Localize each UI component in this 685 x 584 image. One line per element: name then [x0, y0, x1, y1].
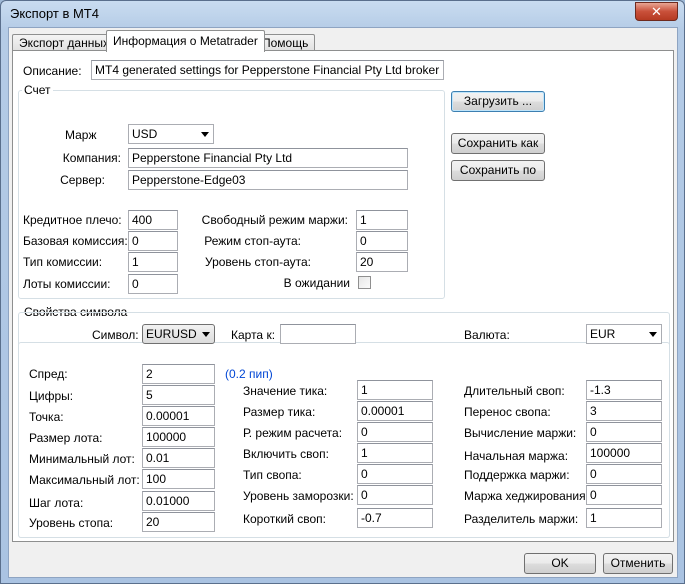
initial-margin-label: Начальная маржа: — [464, 449, 569, 463]
account-currency-select[interactable]: USD — [128, 124, 214, 144]
tab-metatrader-info[interactable]: Информация о Metatrader — [106, 30, 265, 52]
min-lot-field[interactable]: 0.01 — [142, 448, 215, 468]
chevron-down-icon — [202, 332, 210, 337]
currency-label: Марж — [65, 128, 97, 142]
stopout-mode-label: Режим стоп-аута: — [204, 234, 301, 248]
symbol-value: EURUSD — [146, 327, 197, 341]
leverage-label: Кредитное плечо: — [23, 213, 122, 227]
hedged-margin-label: Маржа хеджирования: — [464, 489, 589, 503]
lot-size-label: Размер лота: — [29, 431, 103, 445]
lot-step-label: Шаг лота: — [29, 496, 84, 510]
dialog-window: Экспорт в MT4 ✕ Экспорт данных Информаци… — [0, 0, 685, 584]
commission-type-field[interactable]: 1 — [128, 252, 178, 272]
free-margin-mode-label: Свободный режим маржи: — [201, 213, 348, 227]
point-label: Точка: — [29, 410, 64, 424]
spread-field[interactable]: 2 — [142, 364, 215, 384]
digits-label: Цифры: — [29, 389, 74, 403]
description-label: Описание: — [23, 64, 82, 78]
account-currency-value: USD — [132, 127, 158, 141]
long-swap-field[interactable]: -1.3 — [586, 380, 662, 400]
symbol-currency-value: EUR — [590, 327, 616, 341]
base-commission-field[interactable]: 0 — [128, 231, 178, 251]
base-commission-label: Базовая комиссия: — [23, 234, 128, 248]
symbol-currency-select[interactable]: EUR — [586, 324, 662, 344]
chevron-down-icon — [649, 332, 657, 337]
stop-level-field[interactable]: 20 — [142, 512, 215, 532]
tick-size-label: Размер тика: — [243, 405, 316, 419]
stop-level-label: Уровень стопа: — [29, 516, 114, 530]
swap-rollover-field[interactable]: 3 — [586, 401, 662, 421]
pending-checkbox[interactable] — [358, 276, 371, 289]
free-margin-mode-field[interactable]: 1 — [356, 210, 408, 230]
hedged-margin-field[interactable]: 0 — [586, 485, 662, 505]
margin-calc-field[interactable]: 0 — [586, 422, 662, 442]
initial-margin-field[interactable]: 100000 — [586, 443, 662, 463]
symbol-label: Символ: — [92, 328, 139, 342]
min-lot-label: Минимальный лот: — [29, 452, 135, 466]
digits-field[interactable]: 5 — [142, 385, 215, 405]
symbol-currency-label: Валюта: — [464, 328, 510, 342]
maintenance-margin-label: Поддержка маржи: — [464, 468, 570, 482]
commission-lots-field[interactable]: 0 — [128, 274, 178, 294]
map-label: Карта к: — [231, 328, 276, 342]
account-group-title: Счет — [22, 83, 53, 97]
company-label: Компания: — [62, 151, 121, 165]
lot-step-field[interactable]: 0.01000 — [142, 491, 215, 511]
short-swap-field[interactable]: -0.7 — [357, 508, 433, 528]
commission-lots-label: Лоты комиссии: — [23, 277, 111, 291]
load-button[interactable]: Загрузить ... — [451, 91, 545, 112]
tick-value-label: Значение тика: — [243, 384, 328, 398]
save-default-button[interactable]: Сохранить по — [451, 160, 545, 181]
map-field[interactable] — [280, 324, 356, 344]
margin-calc-label: Вычисление маржи: — [464, 426, 577, 440]
swap-enabled-label: Включить своп: — [243, 447, 329, 461]
server-field[interactable]: Pepperstone-Edge03 — [128, 170, 408, 190]
chevron-down-icon — [201, 132, 209, 137]
server-label: Сервер: — [60, 173, 105, 187]
description-field[interactable]: MT4 generated settings for Pepperstone F… — [91, 60, 444, 80]
stopout-level-label: Уровень стоп-аута: — [205, 255, 311, 269]
swap-rollover-label: Перенос свопа: — [464, 405, 551, 419]
close-button[interactable]: ✕ — [635, 2, 678, 21]
max-lot-field[interactable]: 100 — [142, 469, 215, 489]
freeze-level-label: Уровень заморозки: — [243, 489, 354, 503]
swap-type-field[interactable]: 0 — [357, 464, 433, 484]
short-swap-label: Короткий своп: — [243, 512, 326, 526]
title-bar[interactable]: Экспорт в MT4 ✕ — [1, 1, 684, 27]
tick-value-field[interactable]: 1 — [357, 380, 433, 400]
maintenance-margin-field[interactable]: 0 — [586, 464, 662, 484]
stopout-level-field[interactable]: 20 — [356, 252, 408, 272]
max-lot-label: Максимальный лот: — [29, 473, 140, 487]
leverage-field[interactable]: 400 — [128, 210, 178, 230]
tick-size-field[interactable]: 0.00001 — [357, 401, 433, 421]
stopout-mode-field[interactable]: 0 — [356, 231, 408, 251]
spread-label: Спред: — [29, 367, 68, 381]
margin-divider-label: Разделитель маржи: — [464, 512, 579, 526]
commission-type-label: Тип комиссии: — [23, 255, 103, 269]
swap-enabled-field[interactable]: 1 — [357, 443, 433, 463]
save-as-button[interactable]: Сохранить как — [451, 133, 545, 154]
calc-mode-field[interactable]: 0 — [357, 422, 433, 442]
long-swap-label: Длительный своп: — [464, 384, 565, 398]
freeze-level-field[interactable]: 0 — [357, 485, 433, 505]
tab-panel-metatrader-info: Описание: MT4 generated settings for Pep… — [12, 50, 674, 542]
pending-label: В ожидании — [283, 276, 350, 290]
dialog-client: Экспорт данных Информация о Metatrader П… — [8, 27, 678, 578]
cancel-button[interactable]: Отменить — [603, 553, 673, 574]
swap-type-label: Тип свопа: — [243, 468, 302, 482]
spread-pip-note: (0.2 пип) — [225, 367, 273, 381]
symbol-properties-outer — [18, 312, 670, 538]
margin-divider-field[interactable]: 1 — [586, 508, 662, 528]
calc-mode-label: Р. режим расчета: — [243, 426, 343, 440]
ok-button[interactable]: OK — [524, 553, 596, 574]
lot-size-field[interactable]: 100000 — [142, 427, 215, 447]
window-title: Экспорт в MT4 — [10, 6, 99, 21]
point-field[interactable]: 0.00001 — [142, 406, 215, 426]
company-field[interactable]: Pepperstone Financial Pty Ltd — [128, 148, 408, 168]
symbol-select[interactable]: EURUSD — [142, 324, 215, 344]
